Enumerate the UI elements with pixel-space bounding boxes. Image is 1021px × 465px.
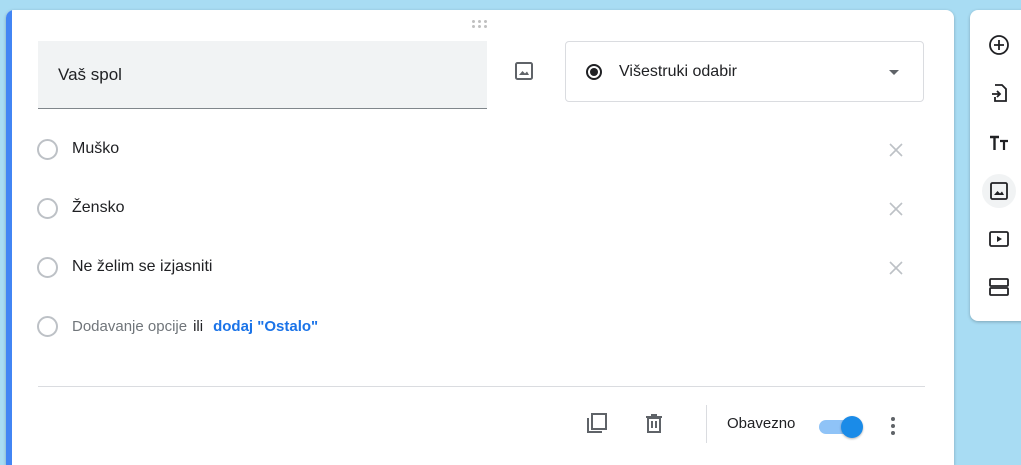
chevron-down-icon bbox=[889, 70, 899, 75]
image-icon[interactable] bbox=[982, 174, 1016, 208]
option-label[interactable]: Muško bbox=[72, 140, 119, 158]
question-type-dropdown[interactable]: Višestruki odabir bbox=[565, 41, 924, 102]
radio-unchecked-icon bbox=[37, 315, 58, 337]
radio-unchecked-icon bbox=[37, 138, 58, 160]
radio-unchecked-icon bbox=[37, 197, 58, 219]
question-title-text: Vaš spol bbox=[58, 64, 122, 84]
drag-handle-icon[interactable] bbox=[472, 20, 490, 30]
add-option-or: ili bbox=[193, 317, 204, 335]
copy-icon[interactable] bbox=[584, 410, 610, 436]
active-card-accent bbox=[6, 10, 12, 465]
import-icon[interactable] bbox=[986, 80, 1012, 106]
title-icon[interactable] bbox=[986, 130, 1012, 156]
radio-checked-icon bbox=[586, 63, 602, 80]
add-other-link[interactable]: dodaj "Ostalo" bbox=[213, 318, 318, 335]
add-option-input[interactable]: Dodavanje opcije bbox=[72, 318, 187, 335]
question-type-label: Višestruki odabir bbox=[619, 62, 737, 80]
footer-divider bbox=[38, 386, 925, 387]
add-circle-icon[interactable] bbox=[986, 32, 1012, 58]
option-item[interactable]: Ne želim se izjasniti bbox=[37, 252, 212, 282]
more-vert-icon[interactable] bbox=[886, 414, 900, 438]
section-icon[interactable] bbox=[986, 274, 1012, 300]
close-icon[interactable] bbox=[886, 140, 906, 160]
option-label[interactable]: Ne želim se izjasniti bbox=[72, 258, 212, 276]
required-toggle[interactable] bbox=[819, 416, 865, 438]
option-item[interactable]: Muško bbox=[37, 134, 119, 164]
radio-unchecked-icon bbox=[37, 256, 58, 278]
question-card[interactable]: Vaš spol Višestruki odabir Muško Žensko … bbox=[6, 10, 954, 465]
question-title-input[interactable]: Vaš spol bbox=[38, 41, 487, 109]
video-icon[interactable] bbox=[986, 226, 1012, 252]
option-label[interactable]: Žensko bbox=[72, 199, 124, 217]
option-item[interactable]: Žensko bbox=[37, 193, 124, 223]
close-icon[interactable] bbox=[886, 258, 906, 278]
image-icon[interactable] bbox=[512, 59, 536, 83]
side-toolbar bbox=[970, 10, 1021, 321]
add-option-row: Dodavanje opcije ili dodaj "Ostalo" bbox=[37, 311, 318, 341]
close-icon[interactable] bbox=[886, 199, 906, 219]
footer-separator bbox=[706, 405, 707, 443]
trash-icon[interactable] bbox=[641, 410, 667, 436]
required-label: Obavezno bbox=[727, 415, 796, 432]
toggle-thumb bbox=[841, 416, 863, 438]
